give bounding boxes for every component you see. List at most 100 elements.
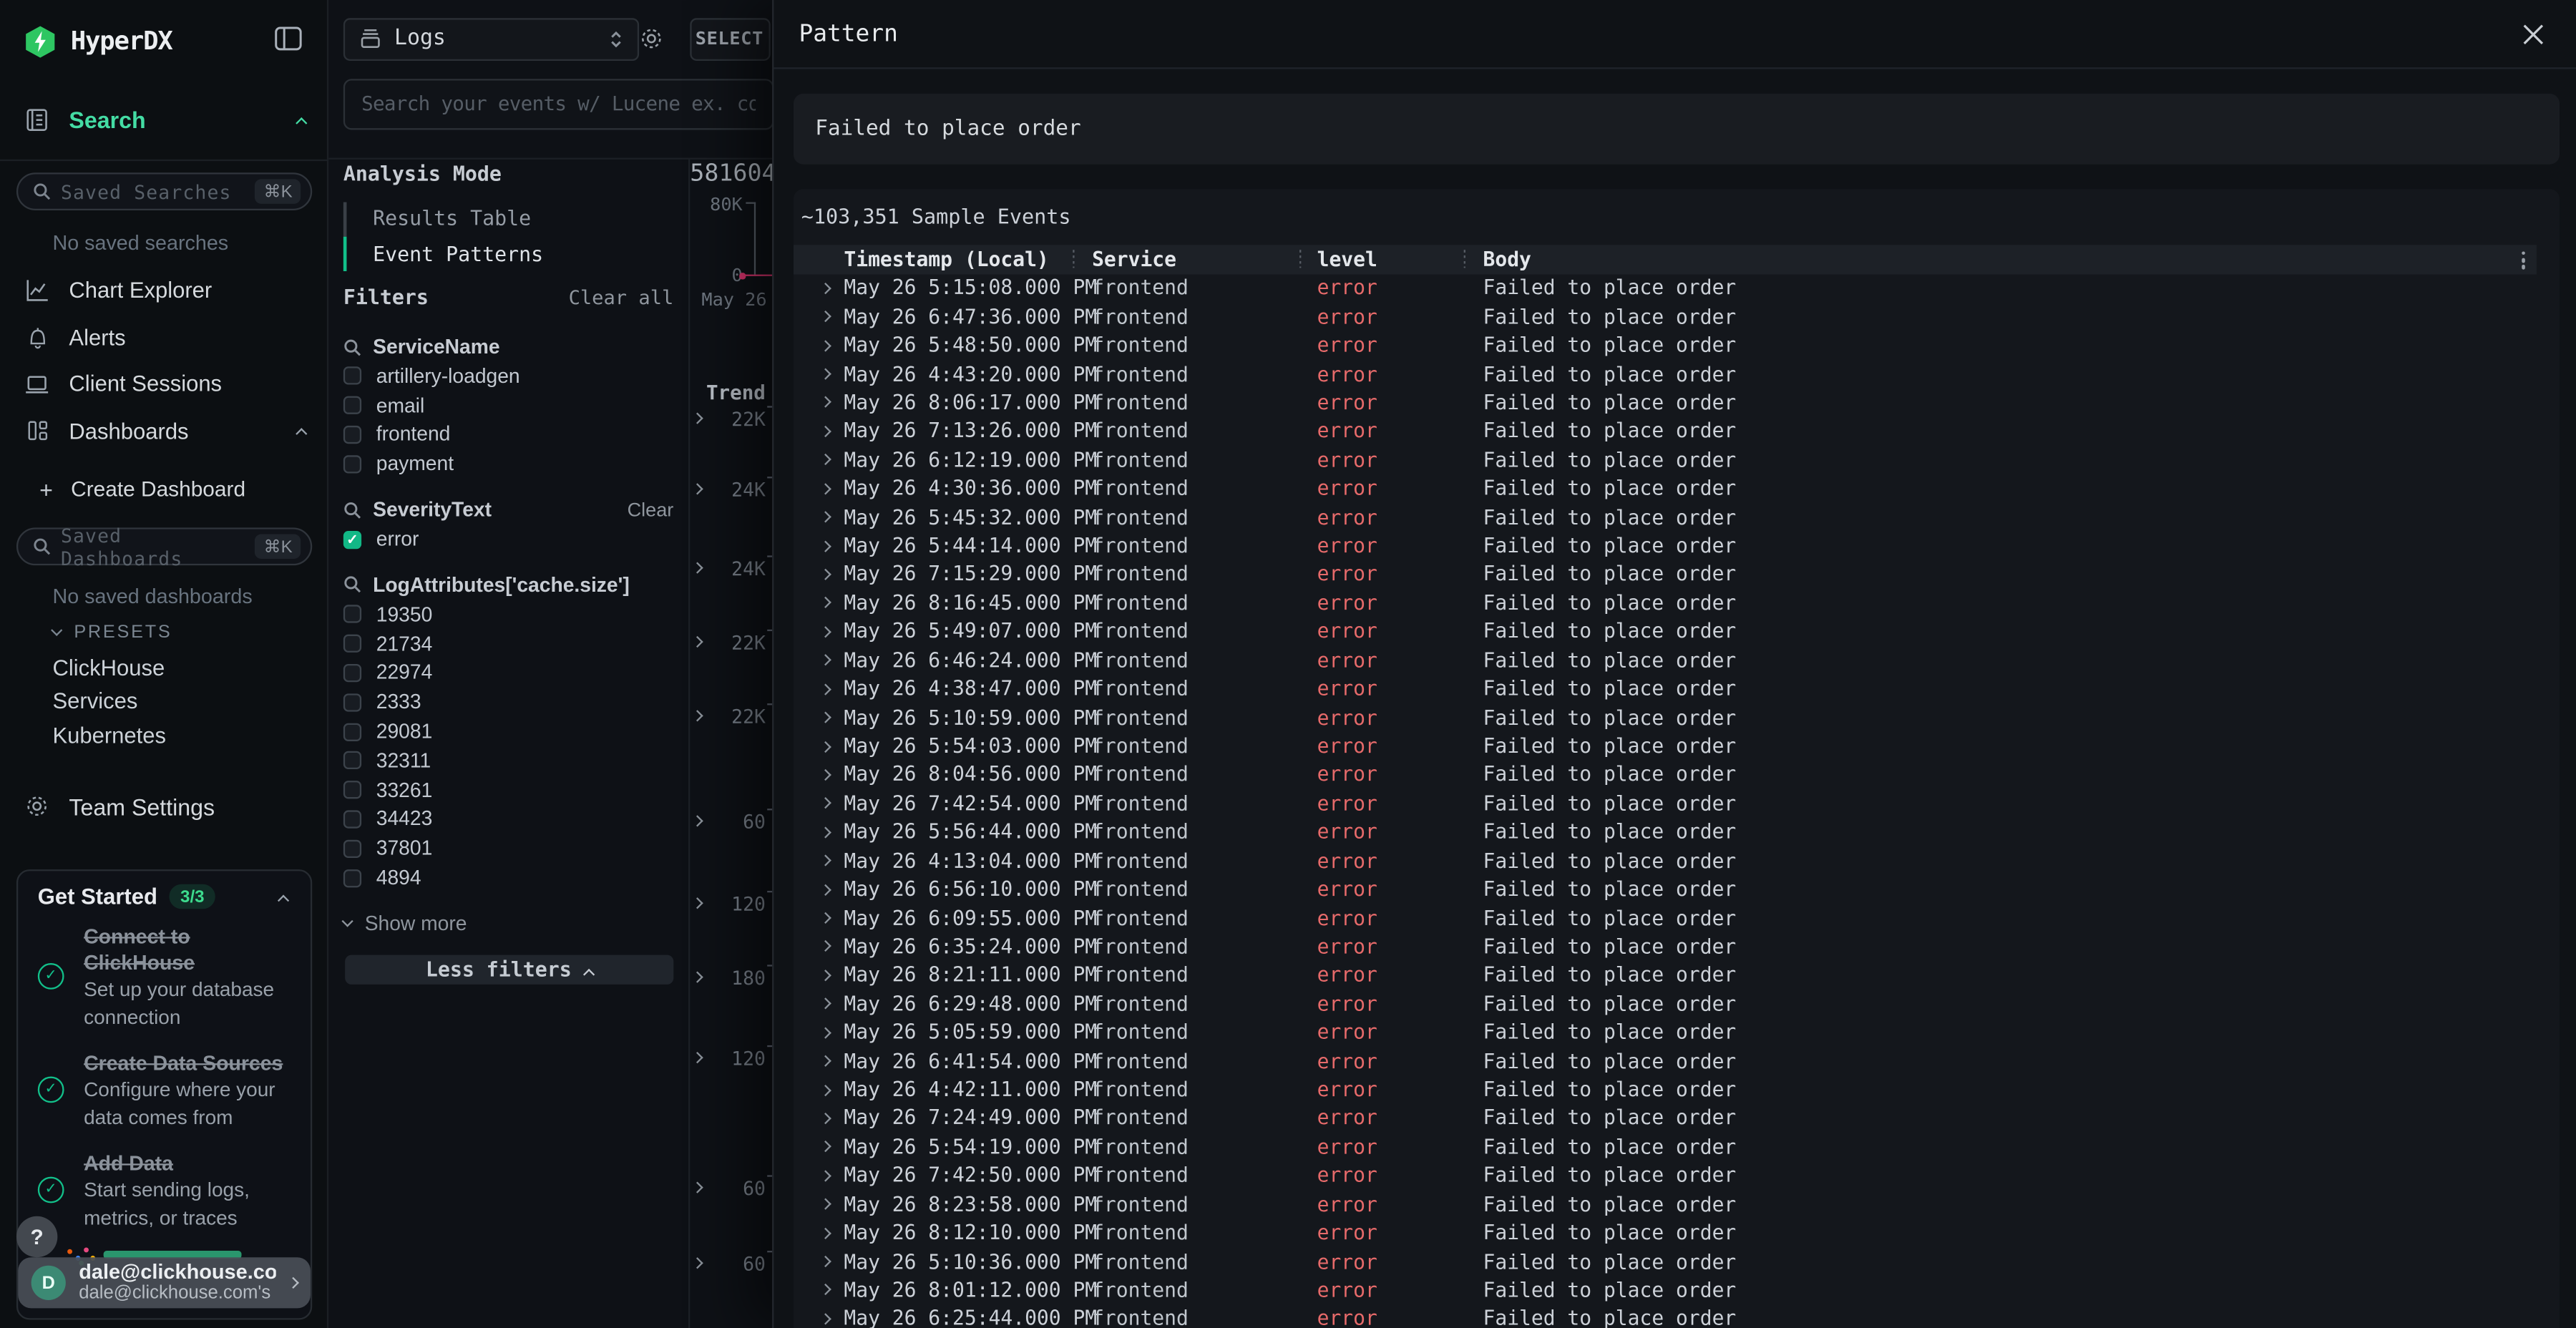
sidebar-item-chart-explorer[interactable]: Chart Explorer — [23, 271, 212, 309]
pattern-trend-row[interactable]: 22K — [693, 630, 777, 654]
pattern-trend-row[interactable]: 120 — [693, 1045, 777, 1070]
checkbox-unchecked[interactable] — [343, 396, 361, 414]
checkbox-unchecked[interactable] — [343, 839, 361, 857]
close-icon[interactable] — [2522, 23, 2545, 46]
event-row[interactable]: May 26 5:56:44.000 PMfrontenderrorFailed… — [793, 818, 2536, 846]
row-expand-chevron-icon[interactable] — [820, 397, 831, 409]
checkbox-unchecked[interactable] — [343, 752, 361, 770]
chevron-up-icon[interactable] — [278, 894, 289, 906]
event-row[interactable]: May 26 6:09:55.000 PMfrontenderrorFailed… — [793, 904, 2536, 932]
pattern-trend-row[interactable]: 24K — [693, 477, 777, 501]
row-expand-chevron-icon[interactable] — [820, 855, 831, 866]
row-expand-chevron-icon[interactable] — [820, 1170, 831, 1181]
row-expand-chevron-icon[interactable] — [820, 1313, 831, 1324]
pattern-trend-row[interactable]: 120 — [693, 891, 777, 915]
row-expand-chevron-icon[interactable] — [820, 1141, 831, 1153]
clear-all-button[interactable]: Clear all — [569, 286, 674, 309]
event-row[interactable]: May 26 8:12:10.000 PMfrontenderrorFailed… — [793, 1219, 2536, 1248]
event-row[interactable]: May 26 5:44:14.000 PMfrontenderrorFailed… — [793, 532, 2536, 560]
row-expand-chevron-icon[interactable] — [820, 998, 831, 1010]
saved-searches-input[interactable]: Saved Searches ⌘K — [16, 172, 312, 210]
row-expand-chevron-icon[interactable] — [820, 597, 831, 609]
filter-checkbox-row[interactable]: 19350 — [343, 600, 673, 629]
event-row[interactable]: May 26 5:54:03.000 PMfrontenderrorFailed… — [793, 732, 2536, 761]
event-row[interactable]: May 26 4:42:11.000 PMfrontenderrorFailed… — [793, 1076, 2536, 1105]
search-icon[interactable] — [343, 338, 361, 356]
event-row[interactable]: May 26 7:42:50.000 PMfrontenderrorFailed… — [793, 1162, 2536, 1191]
row-expand-chevron-icon[interactable] — [820, 1055, 831, 1067]
source-settings-gear-icon[interactable] — [639, 26, 663, 51]
event-row[interactable]: May 26 8:21:11.000 PMfrontenderrorFailed… — [793, 961, 2536, 990]
column-resize-handle[interactable] — [1463, 250, 1465, 268]
pattern-trend-row[interactable]: 22K — [693, 406, 777, 430]
filter-checkbox-row[interactable]: 22974 — [343, 658, 673, 688]
search-icon[interactable] — [343, 576, 361, 594]
row-expand-chevron-icon[interactable] — [820, 454, 831, 466]
sidebar-item-dashboards[interactable]: Dashboards — [23, 411, 306, 449]
row-expand-chevron-icon[interactable] — [820, 1284, 831, 1296]
row-expand-chevron-icon[interactable] — [820, 769, 831, 781]
event-row[interactable]: May 26 7:15:29.000 PMfrontenderrorFailed… — [793, 560, 2536, 589]
event-row[interactable]: May 26 6:12:19.000 PMfrontenderrorFailed… — [793, 446, 2536, 474]
event-row[interactable]: May 26 6:25:44.000 PMfrontenderrorFailed… — [793, 1305, 2536, 1328]
event-row[interactable]: May 26 5:54:19.000 PMfrontenderrorFailed… — [793, 1133, 2536, 1162]
filter-checkbox-row[interactable]: payment — [343, 449, 673, 479]
row-expand-chevron-icon[interactable] — [820, 826, 831, 838]
row-expand-chevron-icon[interactable] — [820, 311, 831, 323]
event-row[interactable]: May 26 8:16:45.000 PMfrontenderrorFailed… — [793, 589, 2536, 617]
event-row[interactable]: May 26 6:41:54.000 PMfrontenderrorFailed… — [793, 1047, 2536, 1075]
event-row[interactable]: May 26 7:42:54.000 PMfrontenderrorFailed… — [793, 789, 2536, 818]
event-row[interactable]: May 26 5:49:07.000 PMfrontenderrorFailed… — [793, 617, 2536, 646]
event-row[interactable]: May 26 4:43:20.000 PMfrontenderrorFailed… — [793, 360, 2536, 389]
checkbox-unchecked[interactable] — [343, 664, 361, 682]
checkbox-unchecked[interactable] — [343, 367, 361, 385]
event-row[interactable]: May 26 6:56:10.000 PMfrontenderrorFailed… — [793, 875, 2536, 904]
event-row[interactable]: May 26 5:48:50.000 PMfrontenderrorFailed… — [793, 331, 2536, 360]
event-row[interactable]: May 26 5:10:59.000 PMfrontenderrorFailed… — [793, 703, 2536, 732]
event-row[interactable]: May 26 8:23:58.000 PMfrontenderrorFailed… — [793, 1191, 2536, 1219]
filter-checkbox-row[interactable]: 37801 — [343, 834, 673, 863]
row-expand-chevron-icon[interactable] — [820, 655, 831, 666]
checkbox-unchecked[interactable] — [343, 810, 361, 828]
row-expand-chevron-icon[interactable] — [820, 626, 831, 638]
row-expand-chevron-icon[interactable] — [820, 512, 831, 523]
checkbox-unchecked[interactable] — [343, 723, 361, 741]
search-icon[interactable] — [343, 501, 361, 519]
row-expand-chevron-icon[interactable] — [820, 1027, 831, 1038]
checkbox-unchecked[interactable] — [343, 869, 361, 887]
filter-checkbox-row[interactable]: 34423 — [343, 805, 673, 834]
filter-checkbox-row[interactable]: email — [343, 391, 673, 420]
row-expand-chevron-icon[interactable] — [820, 712, 831, 723]
sidebar-collapse-icon[interactable] — [274, 26, 302, 51]
create-dashboard-button[interactable]: + Create Dashboard — [39, 472, 245, 506]
get-started-item[interactable]: ✓Add DataStart sending logs, metrics, or… — [84, 1151, 297, 1231]
show-more-button[interactable]: Show more — [343, 909, 673, 938]
checkbox-unchecked[interactable] — [343, 426, 361, 444]
event-row[interactable]: May 26 6:29:48.000 PMfrontenderrorFailed… — [793, 990, 2536, 1018]
table-options-icon[interactable] — [2521, 251, 2526, 272]
less-filters-button[interactable]: Less filters — [345, 954, 673, 985]
row-expand-chevron-icon[interactable] — [820, 683, 831, 695]
pattern-trend-row[interactable]: 24K — [693, 555, 777, 580]
row-expand-chevron-icon[interactable] — [820, 884, 831, 895]
row-expand-chevron-icon[interactable] — [820, 1256, 831, 1267]
checkbox-unchecked[interactable] — [343, 781, 361, 799]
checkbox-unchecked[interactable] — [343, 455, 361, 473]
filter-checkbox-row[interactable]: 2333 — [343, 688, 673, 717]
row-expand-chevron-icon[interactable] — [820, 483, 831, 494]
filter-checkbox-row[interactable]: ✓error — [343, 524, 673, 554]
checkbox-unchecked[interactable] — [343, 693, 361, 711]
checkbox-checked[interactable]: ✓ — [343, 530, 361, 548]
event-row[interactable]: May 26 6:35:24.000 PMfrontenderrorFailed… — [793, 932, 2536, 961]
filter-clear-button[interactable]: Clear — [628, 498, 674, 521]
help-button[interactable]: ? — [16, 1216, 57, 1257]
row-expand-chevron-icon[interactable] — [820, 741, 831, 752]
row-expand-chevron-icon[interactable] — [820, 1113, 831, 1124]
event-row[interactable]: May 26 8:04:56.000 PMfrontenderrorFailed… — [793, 761, 2536, 789]
column-resize-handle[interactable] — [1073, 250, 1074, 268]
mode-results-table[interactable]: Results Table — [343, 202, 672, 237]
event-row[interactable]: May 26 5:05:59.000 PMfrontenderrorFailed… — [793, 1018, 2536, 1047]
row-expand-chevron-icon[interactable] — [820, 912, 831, 924]
event-row[interactable]: May 26 4:30:36.000 PMfrontenderrorFailed… — [793, 474, 2536, 503]
event-row[interactable]: May 26 5:10:36.000 PMfrontenderrorFailed… — [793, 1248, 2536, 1276]
